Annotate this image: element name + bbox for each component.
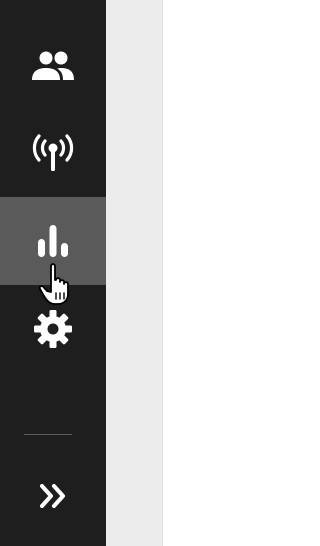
side-panel: [106, 0, 163, 546]
antenna-icon: [32, 134, 74, 171]
people-icon: [32, 51, 74, 80]
expand-button[interactable]: [0, 452, 106, 540]
nav-item-broadcast[interactable]: [0, 109, 106, 197]
main-content: [163, 0, 248, 546]
nav-item-analytics[interactable]: [0, 197, 106, 285]
bar-chart-icon: [38, 225, 68, 257]
nav-item-users[interactable]: [0, 22, 106, 110]
nav-item-settings[interactable]: [0, 285, 106, 373]
nav-divider: [24, 434, 72, 435]
navigation-rail: [0, 0, 106, 546]
app-window: [0, 0, 248, 546]
gear-icon: [34, 310, 72, 348]
double-chevron-right-icon: [40, 484, 65, 508]
